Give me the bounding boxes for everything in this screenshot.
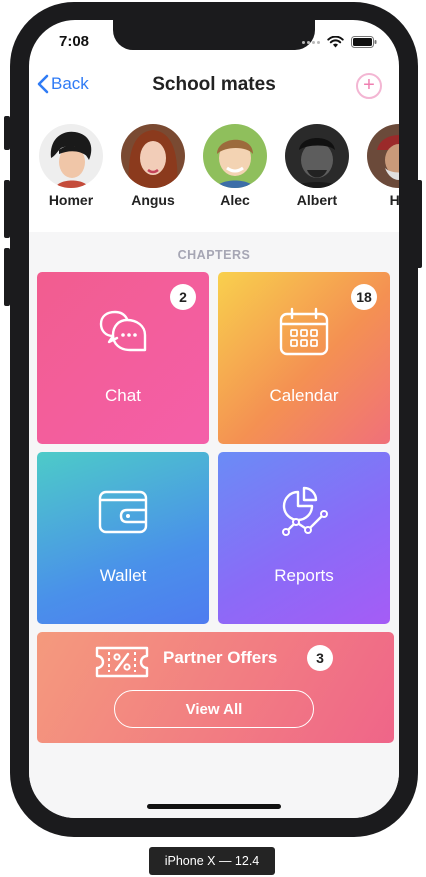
calendar-label: Calendar xyxy=(269,386,339,405)
device-caption: iPhone X — 12.4 xyxy=(149,847,275,875)
volume-up-button xyxy=(4,180,10,238)
person-name: Albert xyxy=(296,192,338,208)
page-title: School mates xyxy=(152,74,276,95)
add-button[interactable]: + xyxy=(356,73,382,99)
people-carousel[interactable]: Homer Angus Alec Albert H xyxy=(29,124,399,224)
silent-switch xyxy=(4,116,10,150)
chat-label: Chat xyxy=(105,386,141,405)
person-photo-icon xyxy=(39,124,103,188)
battery-icon xyxy=(351,36,377,48)
calendar-icon xyxy=(279,307,329,356)
chat-badge: 2 xyxy=(170,284,196,310)
partner-offers-card[interactable]: Partner Offers 3 View All xyxy=(37,632,394,743)
person-name: Hu xyxy=(389,192,399,208)
volume-down-button xyxy=(4,248,10,306)
notch xyxy=(113,20,315,50)
person-albert[interactable]: Albert xyxy=(275,124,359,208)
person-photo-icon xyxy=(367,124,399,188)
person-name: Alec xyxy=(220,192,250,208)
person-photo-icon xyxy=(203,124,267,188)
wifi-icon xyxy=(327,36,344,48)
chat-tile[interactable]: 2 Chat xyxy=(37,272,209,444)
person-name: Angus xyxy=(131,192,175,208)
person-hu[interactable]: Hu xyxy=(357,124,399,208)
navigation-bar: Back School mates + xyxy=(29,68,399,104)
section-title: CHAPTERS xyxy=(177,248,251,262)
calendar-tile[interactable]: 18 Calendar xyxy=(218,272,390,444)
person-homer[interactable]: Homer xyxy=(29,124,113,208)
wallet-label: Wallet xyxy=(99,566,147,585)
wallet-tile[interactable]: Wallet xyxy=(37,452,209,624)
home-indicator[interactable] xyxy=(147,804,281,809)
person-angus[interactable]: Angus xyxy=(111,124,195,208)
status-time: 7:08 xyxy=(59,33,90,50)
avatar xyxy=(285,124,349,188)
avatar xyxy=(203,124,267,188)
status-icons xyxy=(302,36,377,48)
cellular-signal-icon xyxy=(302,40,320,44)
avatar xyxy=(367,124,399,188)
reports-tile[interactable]: Reports xyxy=(218,452,390,624)
chapters-section: CHAPTERS 2 Chat 18 Calendar Wallet Repor… xyxy=(29,232,399,818)
partner-offers-title: Partner Offers xyxy=(163,648,278,667)
person-photo-icon xyxy=(121,124,185,188)
ticket-icon xyxy=(95,646,149,678)
reports-label: Reports xyxy=(274,566,334,585)
person-alec[interactable]: Alec xyxy=(193,124,277,208)
view-all-button[interactable]: View All xyxy=(114,690,314,728)
calendar-badge: 18 xyxy=(351,284,377,310)
avatar xyxy=(121,124,185,188)
person-photo-icon xyxy=(285,124,349,188)
screen: 7:08 Back School mates + Homer Angus Ale… xyxy=(29,20,399,818)
reports-icon xyxy=(282,486,328,536)
wallet-icon xyxy=(98,490,148,534)
power-button xyxy=(416,180,422,268)
person-name: Homer xyxy=(48,192,94,208)
offers-badge: 3 xyxy=(307,645,333,671)
avatar xyxy=(39,124,103,188)
chat-icon xyxy=(99,310,147,352)
